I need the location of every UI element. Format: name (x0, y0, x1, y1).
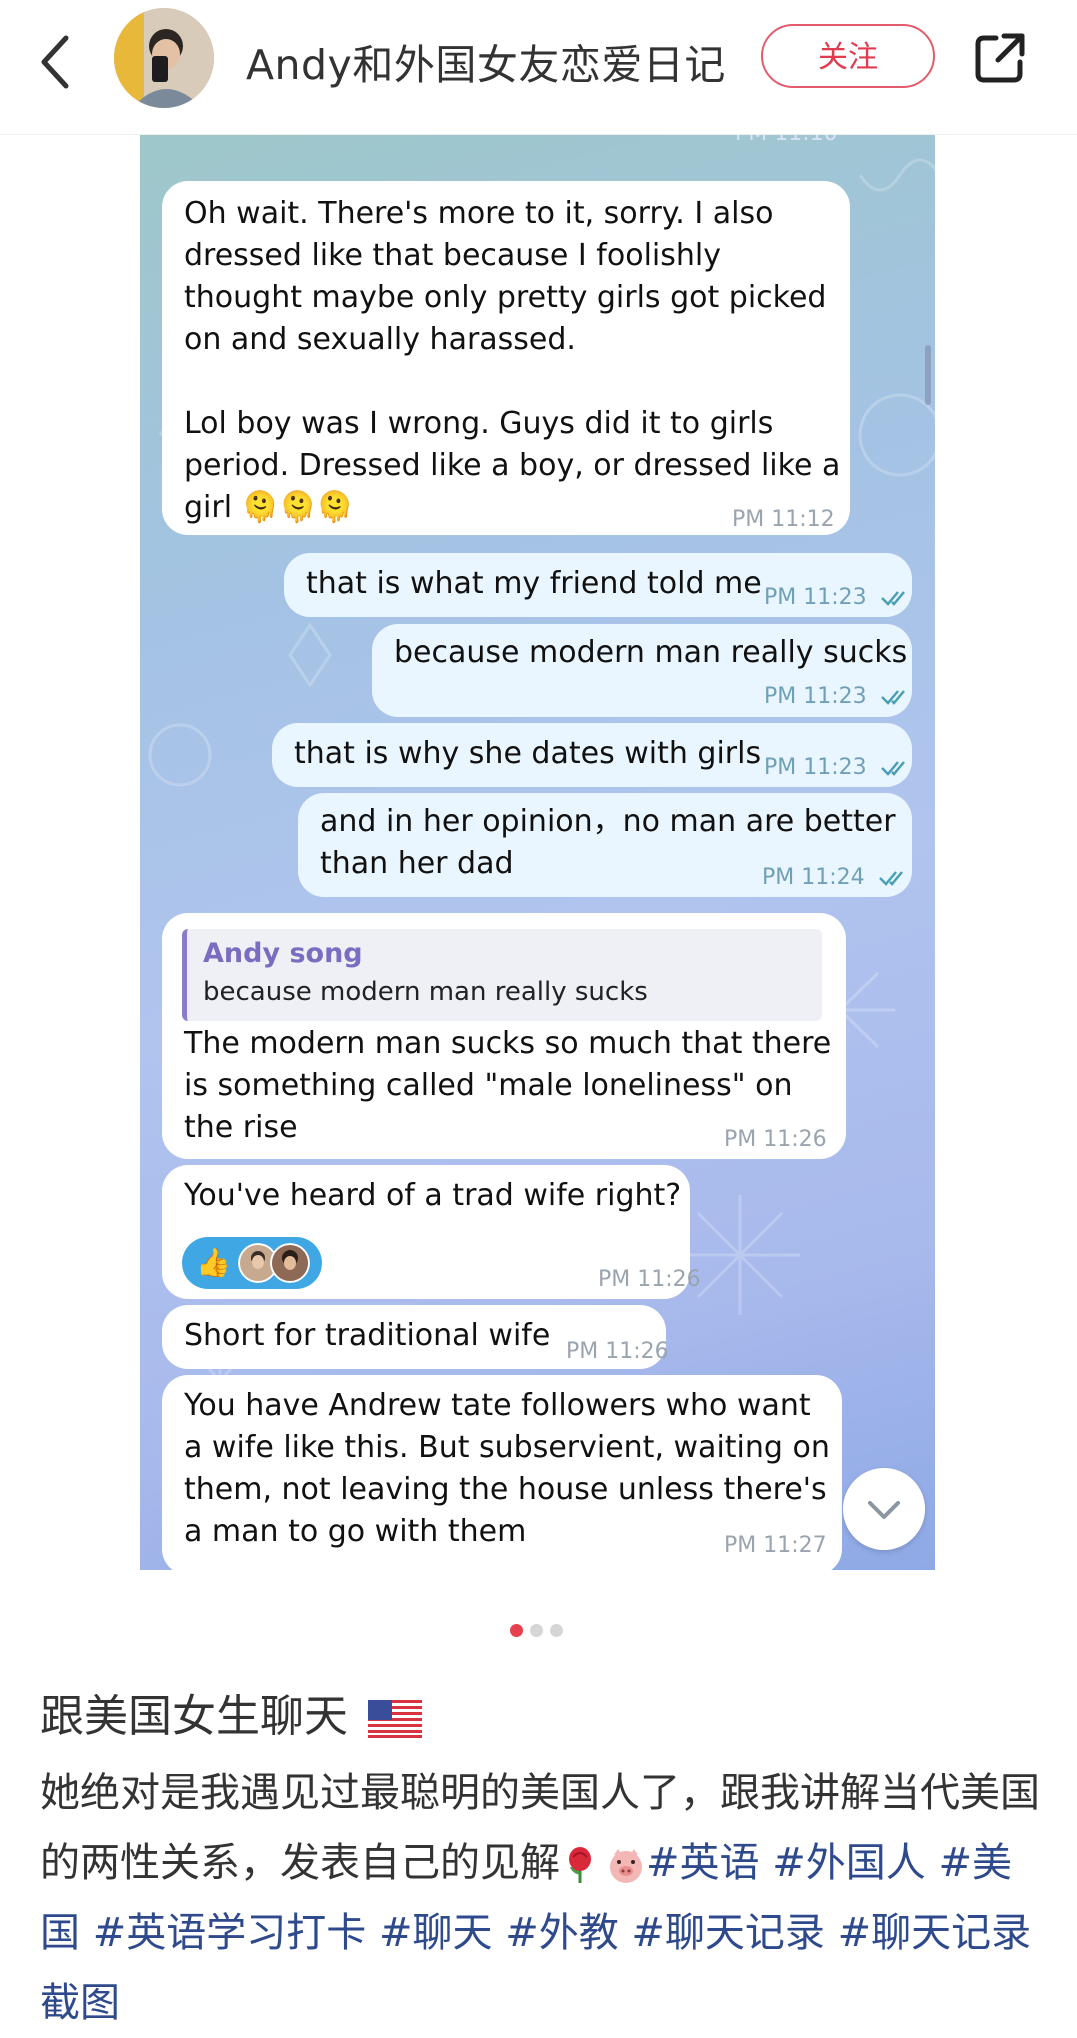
page-dot[interactable] (550, 1624, 563, 1637)
message-time: PM 11:23 (764, 577, 914, 619)
message-text: because modern man really sucks (394, 635, 908, 670)
message-bubble-incoming[interactable]: You've heard of a trad wife right? 👍 PM … (162, 1165, 701, 1299)
rose-icon (569, 1847, 591, 1883)
reply-text: because modern man really sucks (203, 977, 648, 1007)
back-chevron-left-icon[interactable] (34, 32, 80, 92)
message-bubble-outgoing[interactable]: because modern man really sucks PM 11:23 (372, 624, 912, 717)
message-time: PM 11:24 (762, 857, 912, 899)
message-time: PM 11:26 (598, 1267, 701, 1292)
time-text: PM 11:23 (764, 755, 867, 780)
us-flag-icon (368, 1700, 422, 1738)
time-text: PM 11:23 (764, 585, 867, 610)
time-text: PM 11:24 (762, 865, 865, 890)
message-bubble-outgoing[interactable]: that is why she dates with girls PM 11:2… (272, 723, 912, 787)
timestamp: PM 11:10 (735, 135, 838, 146)
melting-face-emoji: 🫠🫠🫠 (241, 490, 354, 525)
double-check-icon (880, 761, 905, 776)
hashtag[interactable]: #聊天 (379, 1910, 493, 1956)
message-time: PM 11:26 (724, 1127, 827, 1152)
message-time: PM 11:27 (724, 1533, 827, 1558)
message-text: Oh wait. There's more to it, sorry. I al… (184, 196, 841, 525)
message-bubble-incoming[interactable]: Oh wait. There's more to it, sorry. I al… (162, 181, 850, 535)
message-time: PM 11:23 (764, 747, 914, 789)
message-bubble-incoming[interactable]: You have Andrew tate followers who want … (162, 1375, 842, 1570)
post-title: 跟美国女生聊天 (40, 1680, 422, 1744)
thumbs-up-reaction: 👍 (196, 1246, 231, 1279)
hashtag[interactable]: #外教 (505, 1910, 619, 1956)
double-check-icon (880, 690, 905, 705)
quoted-reply[interactable]: Andy song because modern man really suck… (182, 929, 822, 1021)
time-text: PM 11:23 (764, 684, 867, 709)
page-dot[interactable] (530, 1624, 543, 1637)
message-time: PM 11:23 (764, 676, 914, 718)
author-name[interactable]: Andy和外国女友恋爱日记 (246, 31, 726, 91)
message-bubble-outgoing[interactable]: that is what my friend told me PM 11:23 (284, 553, 912, 617)
message-text: that is why she dates with girls (294, 736, 762, 771)
message-text: Short for traditional wife (184, 1318, 551, 1353)
scroll-down-chevron-down-icon[interactable] (843, 1468, 925, 1550)
chat-screenshot[interactable]: PM 11:10 Oh wait. There's more to it, so… (140, 135, 935, 1570)
author-avatar[interactable] (114, 8, 214, 108)
message-bubble-outgoing[interactable]: and in her opinion，no man are better tha… (298, 793, 912, 897)
hashtag[interactable]: #外国人 (772, 1840, 926, 1886)
message-time: PM 11:12 (732, 507, 835, 532)
message-bubble-incoming[interactable]: Short for traditional wife PM 11:26 (162, 1305, 669, 1369)
hashtag[interactable]: #聊天记录 (631, 1910, 825, 1956)
scroll-indicator[interactable] (925, 345, 931, 405)
message-text: You've heard of a trad wife right? (184, 1178, 682, 1213)
message-time: PM 11:26 (566, 1339, 669, 1364)
double-check-icon (880, 591, 905, 606)
follow-button[interactable]: 关注 (761, 24, 935, 88)
message-bubble-incoming-reply[interactable]: Andy song because modern man really suck… (162, 913, 846, 1159)
hashtag[interactable]: #英语 (646, 1840, 760, 1886)
post-title-text: 跟美国女生聊天 (40, 1691, 348, 1742)
share-icon[interactable] (972, 30, 1028, 86)
top-bar: Andy和外国女友恋爱日记 关注 (0, 0, 1077, 135)
post-body: 她绝对是我遇见过最聪明的美国人了，跟我讲解当代美国的两性关系，发表自己的见解 #英… (40, 1758, 1040, 2038)
hashtag[interactable]: #英语学习打卡 (93, 1910, 367, 1956)
pig-face-icon (610, 1849, 642, 1883)
page-dot-active[interactable] (510, 1624, 523, 1637)
reply-author: Andy song (203, 938, 363, 969)
reactions-bar[interactable]: 👍 (182, 1237, 322, 1289)
message-text: that is what my friend told me (306, 566, 762, 601)
double-check-icon (878, 871, 903, 886)
reactor-avatar (270, 1243, 310, 1283)
